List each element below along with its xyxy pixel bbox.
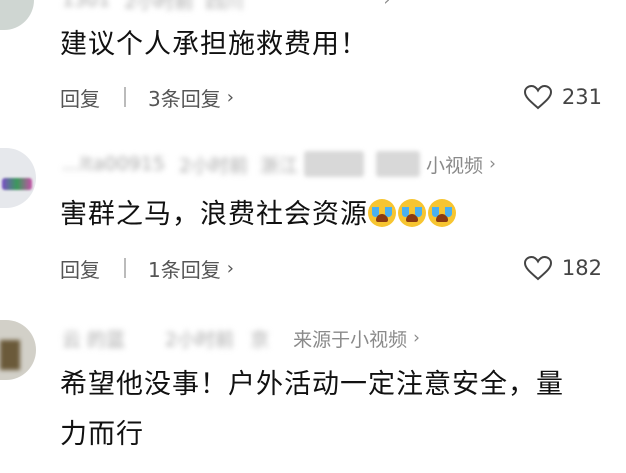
source-label: 来源于小视频 [293, 328, 408, 351]
comment-text: 希望他没事！户外活动一定注意安全，量 力而行 [60, 360, 612, 460]
chevron-right-icon: › [226, 86, 234, 108]
username[interactable]: 云 的蓝 [62, 325, 125, 352]
like-button[interactable]: 231 [523, 84, 602, 110]
reply-button[interactable]: 回复 [60, 83, 100, 112]
comment-text-body: 害群之马，浪费社会资源 [60, 199, 368, 230]
avatar-sticker [2, 178, 32, 190]
like-count: 182 [561, 256, 602, 280]
comment-meta: 云 的蓝 2小时前 京 来源于小视频 › [62, 325, 420, 352]
avatar-image [0, 340, 20, 370]
comment-actions: 回复 1条回复 › 182 [60, 253, 612, 283]
comment-item: 1301 2小时前 四川 › 建议个人承担施救费用！ 回复 3条回复 › 231 [0, 0, 626, 130]
redaction-block [376, 151, 421, 177]
like-count: 231 [561, 85, 602, 109]
view-replies-button[interactable]: 1条回复 › [148, 254, 234, 283]
comment-actions: 回复 3条回复 › 231 [60, 82, 612, 112]
avatar[interactable] [0, 320, 36, 380]
redaction-block [304, 151, 365, 177]
chevron-right-icon: › [226, 257, 234, 279]
timestamp: 2小时前 [178, 154, 249, 177]
chevron-right-icon: › [489, 154, 496, 174]
location: 四川 [205, 0, 244, 13]
divider [124, 87, 126, 107]
source-label: 小视频 [426, 154, 484, 177]
like-button[interactable]: 182 [523, 255, 602, 281]
view-replies-button[interactable]: 3条回复 › [148, 83, 234, 112]
comment-text: 害群之马，浪费社会资源 [60, 190, 612, 240]
replies-count: 3条回复 [148, 86, 221, 111]
heart-icon [523, 255, 552, 280]
username[interactable]: ...lta00915 [62, 153, 165, 175]
chevron-right-icon: › [413, 328, 420, 348]
location: 京 [250, 328, 270, 351]
timestamp: 2小时前 [124, 0, 194, 13]
replies-count: 1条回复 [148, 257, 221, 282]
reply-button[interactable]: 回复 [60, 254, 100, 283]
source-link[interactable]: 小视频 › [426, 151, 496, 178]
source-link[interactable]: 来源于小视频 › [293, 325, 420, 352]
comment-text-line: 希望他没事！户外活动一定注意安全，量 [60, 369, 564, 400]
comment-meta: ...lta00915 2小时前 浙江 小视频 › [62, 151, 496, 178]
timestamp: 2小时前 [165, 328, 235, 351]
chevron-right-icon: › [383, 0, 391, 10]
username[interactable]: 1301 [62, 0, 110, 11]
divider [124, 258, 126, 278]
comment-text: 建议个人承担施救费用！ [60, 29, 368, 60]
comment-item: ...lta00915 2小时前 浙江 小视频 › 害群之马，浪费社会资源 回复… [0, 140, 626, 300]
heart-icon [523, 84, 552, 109]
comment-meta: 1301 2小时前 四川 › [62, 0, 391, 13]
location: 浙江 [260, 154, 299, 177]
comment-item: 云 的蓝 2小时前 京 来源于小视频 › 希望他没事！户外活动一定注意安全，量 … [0, 312, 626, 473]
comment-text-line: 力而行 [60, 419, 144, 450]
avatar[interactable] [0, 0, 34, 30]
avatar[interactable] [0, 148, 36, 208]
crying-laughing-emoji-icon [368, 199, 458, 230]
